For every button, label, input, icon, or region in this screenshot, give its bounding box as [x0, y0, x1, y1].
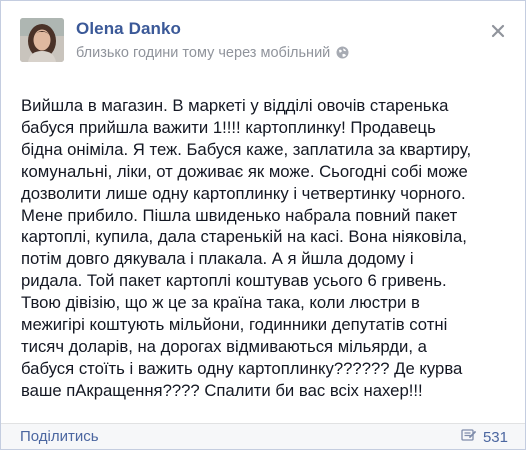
post-card: Olena Danko близько години тому через мо… — [0, 0, 526, 450]
shares-count-button[interactable]: 531 — [461, 428, 508, 446]
globe-icon[interactable] — [336, 46, 349, 63]
share-button[interactable]: Поділитись — [20, 428, 99, 445]
post-body: Вийшла в магазин. В маркеті у відділі ов… — [21, 96, 472, 400]
avatar[interactable] — [20, 18, 64, 62]
shares-count: 531 — [482, 428, 508, 446]
post-header: Olena Danko близько години тому через мо… — [1, 1, 525, 81]
author-name[interactable]: Olena Danko — [76, 19, 181, 39]
post-meta: близько години тому через мобільний — [76, 45, 349, 63]
close-icon[interactable] — [490, 23, 506, 39]
avatar-photo — [20, 18, 64, 62]
post-footer: Поділитись 531 — [1, 423, 525, 449]
shares-icon — [461, 428, 476, 446]
post-timestamp[interactable]: близько години тому через мобільний — [76, 45, 330, 61]
